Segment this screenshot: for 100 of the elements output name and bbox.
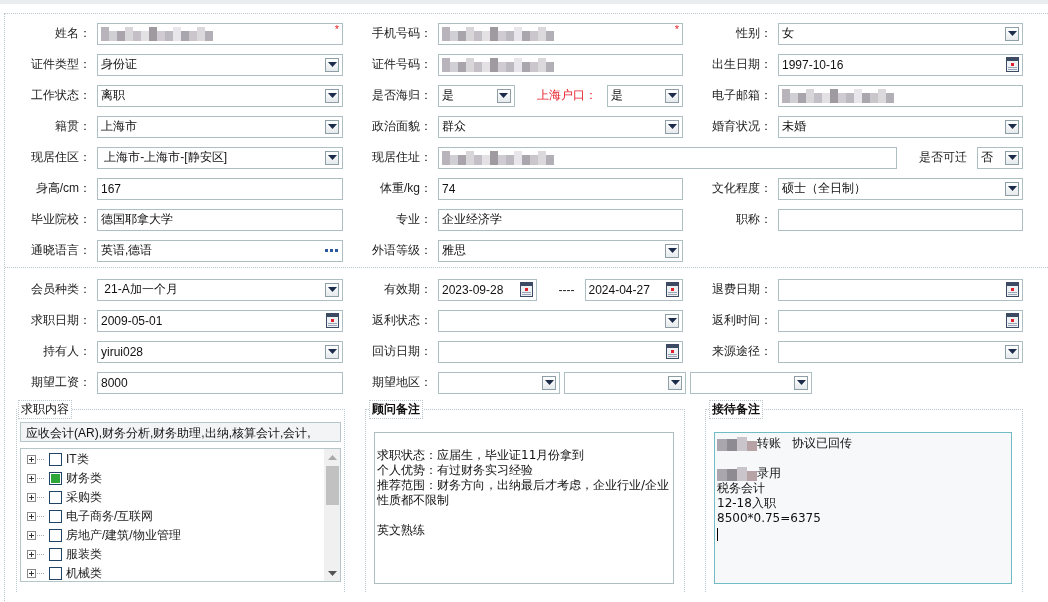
scrollbar-thumb[interactable] xyxy=(325,466,339,505)
text-field[interactable]: 167 xyxy=(97,177,343,200)
select-field[interactable]: 女 xyxy=(778,22,1023,45)
caret-icon xyxy=(327,287,337,292)
checkbox[interactable] xyxy=(49,567,62,580)
calendar-icon[interactable] xyxy=(1006,282,1019,297)
field-label: 期望地区： xyxy=(371,374,433,391)
dropdown-button[interactable] xyxy=(665,119,679,134)
field-label: 返利时间： xyxy=(711,312,773,329)
text-field[interactable] xyxy=(438,53,683,76)
date-field[interactable] xyxy=(778,309,1023,332)
select-field[interactable]: 是 xyxy=(438,84,515,107)
category-label[interactable]: 服装类 xyxy=(66,546,102,563)
dropdown-button[interactable] xyxy=(1005,150,1019,165)
checkbox[interactable] xyxy=(49,510,62,523)
select-field[interactable] xyxy=(438,371,560,394)
note-line: 推荐范围：财务方向，出纳最后才考虑，企业行业/企业性质都不限制 xyxy=(377,478,671,508)
scroll-down-icon[interactable] xyxy=(327,571,337,576)
select-field[interactable]: 是 xyxy=(606,84,683,107)
expand-icon[interactable] xyxy=(27,550,45,559)
date-field[interactable]: 2009-05-01 xyxy=(97,309,343,332)
checkbox[interactable] xyxy=(49,529,62,542)
expand-icon[interactable] xyxy=(27,455,45,464)
checkbox[interactable] xyxy=(49,491,62,504)
text-field[interactable] xyxy=(438,146,897,169)
checkbox[interactable] xyxy=(49,453,62,466)
scrollbar[interactable] xyxy=(324,449,340,581)
text-field[interactable] xyxy=(778,208,1023,231)
checkbox[interactable] xyxy=(49,472,62,485)
date-field[interactable] xyxy=(438,340,683,363)
notes-field[interactable]: 求职状态：应届生，毕业证11月份拿到 个人优势：有过财务实习经验 推荐范围：财务方向，出纳最后才考虑，企业行业/企业性质都不限制 英文熟练 xyxy=(374,432,674,584)
select-field[interactable] xyxy=(690,371,812,394)
text-field[interactable]: 企业经济学 xyxy=(438,208,683,231)
dropdown-button[interactable] xyxy=(325,88,339,103)
calendar-icon[interactable] xyxy=(519,282,533,297)
dropdown-button[interactable] xyxy=(794,375,808,390)
checkbox[interactable] xyxy=(49,548,62,561)
select-field[interactable]: 上海市 xyxy=(97,115,343,138)
category-label[interactable]: 财务类 xyxy=(66,470,102,487)
calendar-icon[interactable] xyxy=(1006,57,1019,72)
select-field[interactable] xyxy=(778,340,1023,363)
dropdown-button[interactable] xyxy=(665,88,679,103)
select-field[interactable]: 身份证 xyxy=(97,53,343,76)
field-label: 体重/kg： xyxy=(379,180,433,197)
select-field[interactable]: 雅思 xyxy=(438,239,683,262)
expand-icon[interactable] xyxy=(27,512,45,521)
dropdown-button[interactable] xyxy=(668,375,682,390)
calendar-icon[interactable] xyxy=(666,344,679,359)
calendar-icon[interactable] xyxy=(1006,313,1019,328)
dropdown-button[interactable] xyxy=(325,344,339,359)
select-field[interactable]: 群众 xyxy=(438,115,683,138)
calendar-icon[interactable] xyxy=(326,313,339,328)
text-field[interactable] xyxy=(778,84,1023,107)
text-field[interactable]: * xyxy=(438,22,683,45)
dropdown-button[interactable] xyxy=(325,57,339,72)
dropdown-button[interactable] xyxy=(542,375,556,390)
category-label[interactable]: IT类 xyxy=(66,451,89,468)
dropdown-button[interactable] xyxy=(496,88,511,103)
dropdown-button[interactable] xyxy=(325,150,339,165)
text-field[interactable]: 8000 xyxy=(97,371,343,394)
dropdown-button[interactable] xyxy=(1005,26,1019,41)
selection-summary-field[interactable]: 应收会计(AR),财务分析,财务助理,出纳,核算会计,会计, xyxy=(20,422,341,442)
select-field[interactable]: yirui028 xyxy=(97,340,343,363)
category-label[interactable]: 采购类 xyxy=(66,489,102,506)
expand-icon[interactable] xyxy=(27,474,45,483)
select-field[interactable]: 未婚 xyxy=(778,115,1023,138)
select-field[interactable]: 21-A加一个月 xyxy=(97,278,343,301)
category-label[interactable]: 房地产/建筑/物业管理 xyxy=(66,527,181,544)
select-field[interactable]: 离职 xyxy=(97,84,343,107)
expand-icon[interactable] xyxy=(27,569,45,578)
dropdown-button[interactable] xyxy=(325,282,339,297)
caret-icon xyxy=(1007,349,1017,354)
picker-field[interactable]: 英语,德语 xyxy=(97,239,343,262)
category-label[interactable]: 机械类 xyxy=(66,565,102,581)
expand-icon[interactable] xyxy=(27,493,45,502)
dropdown-button[interactable] xyxy=(665,313,679,328)
text-field[interactable]: * xyxy=(97,22,343,45)
category-label[interactable]: 电子商务/互联网 xyxy=(66,508,154,525)
dropdown-button[interactable] xyxy=(665,243,679,258)
dropdown-button[interactable] xyxy=(325,119,339,134)
date-field[interactable]: 1997-10-16 xyxy=(778,53,1023,76)
select-field[interactable]: 上海市-上海市-[静安区] xyxy=(97,146,343,169)
caret-icon xyxy=(667,124,677,129)
select-field[interactable]: 硕士（全日制） xyxy=(778,177,1023,200)
select-field[interactable] xyxy=(438,309,683,332)
dropdown-button[interactable] xyxy=(1005,181,1019,196)
date-field[interactable] xyxy=(778,278,1023,301)
select-field[interactable] xyxy=(564,371,686,394)
select-field[interactable]: 否 xyxy=(977,146,1023,169)
text-field[interactable]: 74 xyxy=(438,177,683,200)
date-field[interactable]: 2024-04-27 xyxy=(584,278,683,301)
date-field[interactable]: 2023-09-28 xyxy=(438,278,537,301)
caret-icon xyxy=(1007,155,1017,160)
text-field[interactable]: 德国耶拿大学 xyxy=(97,208,343,231)
notes-field[interactable]: 转账 协议已回传 录用 税务会计 12-18入职 8500*0.75=6375 xyxy=(714,432,1012,584)
dropdown-button[interactable] xyxy=(1005,119,1019,134)
dropdown-button[interactable] xyxy=(1005,344,1019,359)
more-icon[interactable] xyxy=(325,248,339,253)
expand-icon[interactable] xyxy=(27,531,45,540)
calendar-icon[interactable] xyxy=(666,282,679,297)
